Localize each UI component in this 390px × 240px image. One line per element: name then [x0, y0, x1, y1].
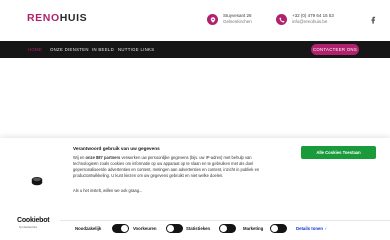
chevron-right-icon: › — [325, 226, 327, 231]
toggle-marketing: Marketing — [243, 224, 293, 234]
cookiebot-logo[interactable]: Cookiebot by Usercentrics — [17, 217, 53, 231]
nav-item-home[interactable]: Home — [28, 46, 42, 53]
address-block: Stuyvesant 26 Gelsenkirchen — [207, 12, 262, 30]
nav-item-onze-diensten[interactable]: Onze diensten — [50, 46, 89, 53]
logo-text-reno: RENO — [27, 12, 60, 24]
text-fade-overlay — [70, 194, 300, 208]
cookiebot-brand-name: Cookiebot — [17, 217, 50, 224]
cookie-more-text: Als u het instelt, willen we ook graag..… — [73, 188, 143, 193]
toggle-label-necessary: Noodzakelijk — [75, 226, 102, 231]
banner-divider — [60, 220, 390, 221]
facebook-icon[interactable] — [369, 16, 377, 24]
toggle-label-statistics: Statistieken — [186, 226, 211, 231]
address-city: Gelsenkirchen — [223, 19, 252, 24]
toggle-switch-statistics[interactable] — [219, 224, 236, 233]
toggle-switch-marketing[interactable] — [270, 224, 287, 233]
nav-item-in-beeld[interactable]: In beeld — [92, 46, 114, 53]
cookie-text-intro: Wij en — [73, 155, 86, 160]
contact-button[interactable]: Contacteer ons — [311, 44, 359, 55]
cookie-description: Wij en onze 887 partners verwerken uw pe… — [73, 155, 273, 179]
phone-icon — [276, 14, 287, 25]
toggle-necessary: Noodzakelijk — [75, 224, 133, 234]
cookiebot-brand-by: by Usercentrics — [19, 226, 37, 229]
toggle-switch-necessary[interactable] — [112, 224, 129, 233]
page: RENOHUIS Stuyvesant 26 Gelsenkirchen +32… — [0, 0, 390, 240]
show-details-link[interactable]: Details tonen — [296, 226, 323, 231]
logo-text-huis: HUIS — [59, 12, 88, 24]
cookie-title: Verantwoord gebruik van uw gegevens — [73, 146, 160, 151]
location-pin-icon — [207, 14, 218, 25]
toggle-statistics: Statistieken — [186, 224, 242, 234]
partners-link[interactable]: onze 887 partners — [86, 155, 121, 160]
email-address[interactable]: info@renohuis.be — [292, 19, 334, 25]
toggle-switch-preferences[interactable] — [166, 224, 183, 233]
main-navigation: Home Onze diensten In beeld Nuttige link… — [0, 41, 390, 58]
cookie-preferences-icon[interactable] — [31, 176, 43, 186]
toggle-label-preferences: Voorkeuren — [133, 226, 157, 231]
allow-all-cookies-button[interactable]: Alle Cookies Toestaan — [301, 146, 376, 159]
toggle-preferences: Voorkeuren — [133, 224, 189, 234]
toggle-label-marketing: Marketing — [243, 226, 264, 231]
site-logo[interactable]: RENOHUIS — [27, 12, 87, 24]
site-header: RENOHUIS Stuyvesant 26 Gelsenkirchen +32… — [0, 0, 390, 40]
nav-item-nuttige-links[interactable]: Nuttige links — [118, 46, 154, 53]
phone-block: +32 (0) 479 64 15 53 info@renohuis.be — [276, 12, 346, 30]
cookie-consent-banner: Verantwoord gebruik van uw gegevens Wij … — [0, 138, 390, 240]
